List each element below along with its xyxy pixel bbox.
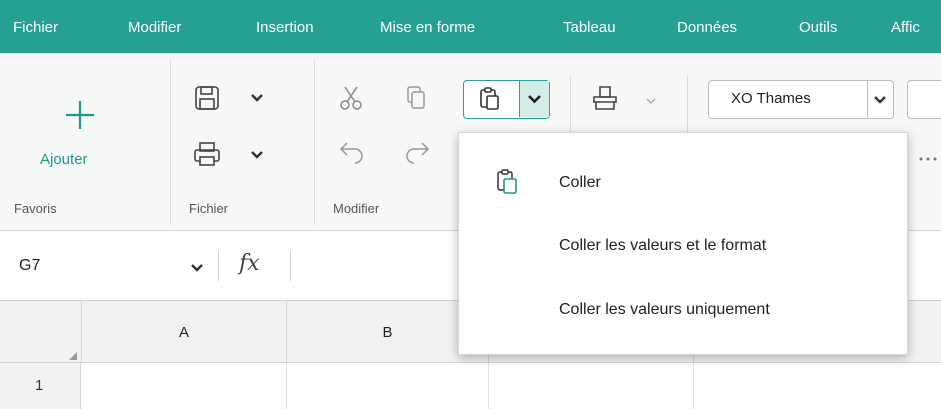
group-label-fichier: Fichier bbox=[189, 201, 229, 216]
font-family-value: XO Thames bbox=[731, 90, 811, 107]
menu-insertion[interactable]: Insertion bbox=[256, 19, 314, 36]
menu-bar: Fichier Modifier Insertion Mise en forme… bbox=[0, 0, 941, 53]
undo-icon[interactable] bbox=[337, 137, 367, 165]
group-divider bbox=[170, 59, 171, 225]
paste-icon bbox=[494, 167, 522, 202]
print-dropdown-chevron-icon[interactable] bbox=[250, 148, 264, 166]
group-divider bbox=[570, 75, 571, 135]
menu-outils[interactable]: Outils bbox=[799, 19, 837, 36]
column-header-label: A bbox=[178, 324, 189, 341]
redo-icon[interactable] bbox=[402, 137, 432, 165]
menu-item-label: Coller les valeurs et le format bbox=[559, 237, 767, 254]
paste-dropdown-chevron-icon[interactable] bbox=[520, 81, 549, 117]
function-button[interactable]: fx bbox=[239, 251, 260, 276]
copy-icon[interactable] bbox=[404, 84, 428, 112]
menu-donnees[interactable]: Données bbox=[677, 19, 737, 36]
font-select-divider bbox=[867, 81, 868, 118]
add-icon[interactable] bbox=[60, 95, 100, 135]
formula-divider bbox=[218, 251, 219, 281]
paste-icon[interactable] bbox=[476, 85, 504, 118]
formula-divider bbox=[290, 251, 291, 281]
font-family-select[interactable]: XO Thames bbox=[708, 80, 894, 119]
column-header-a[interactable]: A bbox=[82, 301, 287, 363]
print-icon[interactable] bbox=[192, 139, 222, 169]
row-header-1[interactable]: 1 bbox=[0, 363, 81, 409]
menu-item-paste-values-only[interactable]: Coller les valeurs uniquement bbox=[459, 281, 907, 341]
menu-item-paste-values-and-format[interactable]: Coller les valeurs et le format bbox=[459, 217, 907, 277]
group-label-favoris: Favoris bbox=[14, 201, 57, 216]
menu-tableau[interactable]: Tableau bbox=[563, 19, 616, 36]
menu-item-label: Coller les valeurs uniquement bbox=[559, 301, 770, 318]
row-header-label: 1 bbox=[35, 377, 44, 394]
paste-options-menu: Coller Coller les valeurs et le format C… bbox=[458, 132, 908, 355]
menu-mise-en-forme[interactable]: Mise en forme bbox=[380, 19, 475, 36]
font-dropdown-chevron-icon[interactable] bbox=[873, 93, 887, 111]
format-painter-icon[interactable] bbox=[590, 83, 620, 113]
select-all-corner[interactable] bbox=[0, 301, 82, 363]
save-dropdown-chevron-icon[interactable] bbox=[250, 91, 264, 109]
font-size-select[interactable] bbox=[907, 80, 941, 119]
cell-reference[interactable]: G7 bbox=[19, 257, 40, 275]
menu-modifier[interactable]: Modifier bbox=[128, 19, 181, 36]
menu-fichier[interactable]: Fichier bbox=[13, 19, 58, 36]
group-divider bbox=[314, 59, 315, 225]
group-divider bbox=[687, 75, 688, 135]
cut-icon[interactable] bbox=[337, 83, 365, 113]
cell[interactable] bbox=[694, 363, 941, 409]
cell-reference-chevron-icon[interactable] bbox=[190, 261, 204, 279]
cell-a1[interactable] bbox=[82, 363, 287, 409]
more-options-icon[interactable] bbox=[918, 156, 940, 162]
save-icon[interactable] bbox=[192, 83, 222, 113]
group-label-modifier: Modifier bbox=[333, 201, 380, 216]
format-painter-chevron-icon[interactable] bbox=[645, 93, 657, 111]
cell[interactable] bbox=[489, 363, 694, 409]
menu-item-paste[interactable]: Coller bbox=[459, 153, 907, 213]
cell-b1[interactable] bbox=[287, 363, 489, 409]
add-favorite-button[interactable]: Ajouter bbox=[40, 151, 88, 168]
menu-affichage[interactable]: Affic bbox=[891, 19, 920, 36]
menu-item-label: Coller bbox=[559, 174, 601, 191]
paste-split-button[interactable] bbox=[463, 80, 550, 119]
